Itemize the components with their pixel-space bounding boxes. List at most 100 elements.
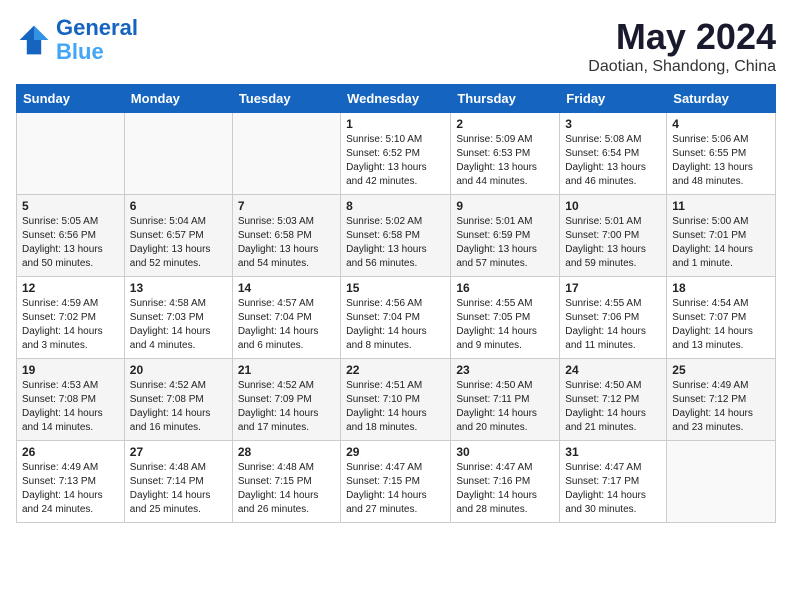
day-number: 30 (456, 445, 554, 459)
day-number: 14 (238, 281, 335, 295)
day-number: 13 (130, 281, 227, 295)
day-info: Sunrise: 4:52 AM Sunset: 7:08 PM Dayligh… (130, 379, 227, 435)
day-info: Sunrise: 5:01 AM Sunset: 7:00 PM Dayligh… (565, 215, 661, 271)
day-number: 18 (672, 281, 770, 295)
calendar-cell: 31Sunrise: 4:47 AM Sunset: 7:17 PM Dayli… (560, 441, 667, 523)
day-info: Sunrise: 4:53 AM Sunset: 7:08 PM Dayligh… (22, 379, 119, 435)
calendar-cell: 10 Sunrise: 5:01 AM Sunset: 7:00 PM Dayli… (560, 195, 667, 277)
day-info: Sunrise: 4:48 AM Sunset: 7:15 PM Dayligh… (238, 461, 335, 517)
day-info: Sunrise: 4:55 AM Sunset: 7:05 PM Dayligh… (456, 297, 554, 353)
day-number: 19 (22, 363, 119, 377)
day-info: Sunrise: 5:04 AM Sunset: 6:57 PM Dayligh… (130, 215, 227, 271)
day-number: 5 (22, 199, 119, 213)
calendar-cell: 3 Sunrise: 5:08 AM Sunset: 6:54 PM Daylig… (560, 113, 667, 195)
day-number: 4 (672, 117, 770, 131)
calendar-week-row: 19 Sunrise: 4:53 AM Sunset: 7:08 PM Dayli… (17, 359, 776, 441)
calendar-cell (17, 113, 125, 195)
calendar-cell: 8Sunrise: 5:02 AM Sunset: 6:58 PM Daylig… (341, 195, 451, 277)
calendar-week-row: 12 Sunrise: 4:59 AM Sunset: 7:02 PM Dayli… (17, 277, 776, 359)
calendar-cell: 9 Sunrise: 5:01 AM Sunset: 6:59 PM Daylig… (451, 195, 560, 277)
calendar-cell: 7 Sunrise: 5:03 AM Sunset: 6:58 PM Daylig… (232, 195, 340, 277)
day-number: 7 (238, 199, 335, 213)
calendar-cell: 30Sunrise: 4:47 AM Sunset: 7:16 PM Dayli… (451, 441, 560, 523)
weekday-header-row: SundayMondayTuesdayWednesdayThursdayFrid… (17, 85, 776, 113)
logo: GeneralBlue (16, 16, 138, 64)
day-number: 12 (22, 281, 119, 295)
weekday-header-cell: Friday (560, 85, 667, 113)
day-number: 22 (346, 363, 445, 377)
day-info: Sunrise: 4:59 AM Sunset: 7:02 PM Dayligh… (22, 297, 119, 353)
weekday-header-cell: Saturday (667, 85, 776, 113)
day-info: Sunrise: 4:49 AM Sunset: 7:12 PM Dayligh… (672, 379, 770, 435)
weekday-header-cell: Wednesday (341, 85, 451, 113)
weekday-header-cell: Sunday (17, 85, 125, 113)
calendar-cell: 19 Sunrise: 4:53 AM Sunset: 7:08 PM Dayli… (17, 359, 125, 441)
day-number: 31 (565, 445, 661, 459)
calendar-cell: 5Sunrise: 5:05 AM Sunset: 6:56 PM Daylig… (17, 195, 125, 277)
calendar-body: 1Sunrise: 5:10 AM Sunset: 6:52 PM Daylig… (17, 113, 776, 523)
calendar-cell: 24 Sunrise: 4:50 AM Sunset: 7:12 PM Dayli… (560, 359, 667, 441)
calendar-cell: 21 Sunrise: 4:52 AM Sunset: 7:09 PM Dayli… (232, 359, 340, 441)
day-number: 27 (130, 445, 227, 459)
calendar-cell: 18 Sunrise: 4:54 AM Sunset: 7:07 PM Dayli… (667, 277, 776, 359)
day-info: Sunrise: 4:49 AM Sunset: 7:13 PM Dayligh… (22, 461, 119, 517)
month-title: May 2024 (588, 16, 776, 58)
calendar-week-row: 26Sunrise: 4:49 AM Sunset: 7:13 PM Dayli… (17, 441, 776, 523)
day-info: Sunrise: 4:58 AM Sunset: 7:03 PM Dayligh… (130, 297, 227, 353)
day-number: 9 (456, 199, 554, 213)
calendar-cell: 2Sunrise: 5:09 AM Sunset: 6:53 PM Daylig… (451, 113, 560, 195)
calendar-cell: 13 Sunrise: 4:58 AM Sunset: 7:03 PM Dayli… (124, 277, 232, 359)
logo-icon (16, 22, 52, 58)
weekday-header-cell: Tuesday (232, 85, 340, 113)
day-info: Sunrise: 5:10 AM Sunset: 6:52 PM Dayligh… (346, 133, 445, 189)
calendar-cell: 14 Sunrise: 4:57 AM Sunset: 7:04 PM Dayli… (232, 277, 340, 359)
day-number: 17 (565, 281, 661, 295)
calendar-week-row: 5Sunrise: 5:05 AM Sunset: 6:56 PM Daylig… (17, 195, 776, 277)
day-number: 10 (565, 199, 661, 213)
calendar-cell (124, 113, 232, 195)
day-info: Sunrise: 4:48 AM Sunset: 7:14 PM Dayligh… (130, 461, 227, 517)
day-number: 23 (456, 363, 554, 377)
day-number: 28 (238, 445, 335, 459)
calendar-cell: 11Sunrise: 5:00 AM Sunset: 7:01 PM Dayli… (667, 195, 776, 277)
calendar-cell: 17 Sunrise: 4:55 AM Sunset: 7:06 PM Dayli… (560, 277, 667, 359)
page-header: GeneralBlue May 2024 Daotian, Shandong, … (16, 16, 776, 76)
day-number: 25 (672, 363, 770, 377)
day-number: 21 (238, 363, 335, 377)
calendar-cell: 29 Sunrise: 4:47 AM Sunset: 7:15 PM Dayli… (341, 441, 451, 523)
calendar-table: SundayMondayTuesdayWednesdayThursdayFrid… (16, 84, 776, 523)
day-info: Sunrise: 4:51 AM Sunset: 7:10 PM Dayligh… (346, 379, 445, 435)
calendar-cell: 16 Sunrise: 4:55 AM Sunset: 7:05 PM Dayli… (451, 277, 560, 359)
day-info: Sunrise: 5:01 AM Sunset: 6:59 PM Dayligh… (456, 215, 554, 271)
calendar-week-row: 1Sunrise: 5:10 AM Sunset: 6:52 PM Daylig… (17, 113, 776, 195)
calendar-cell: 28 Sunrise: 4:48 AM Sunset: 7:15 PM Dayli… (232, 441, 340, 523)
calendar-cell: 27 Sunrise: 4:48 AM Sunset: 7:14 PM Dayli… (124, 441, 232, 523)
day-number: 24 (565, 363, 661, 377)
day-info: Sunrise: 4:56 AM Sunset: 7:04 PM Dayligh… (346, 297, 445, 353)
calendar-cell: 26Sunrise: 4:49 AM Sunset: 7:13 PM Dayli… (17, 441, 125, 523)
calendar-cell: 23Sunrise: 4:50 AM Sunset: 7:11 PM Dayli… (451, 359, 560, 441)
calendar-cell: 22 Sunrise: 4:51 AM Sunset: 7:10 PM Dayli… (341, 359, 451, 441)
day-info: Sunrise: 4:47 AM Sunset: 7:15 PM Dayligh… (346, 461, 445, 517)
calendar-cell: 25 Sunrise: 4:49 AM Sunset: 7:12 PM Dayli… (667, 359, 776, 441)
day-number: 8 (346, 199, 445, 213)
title-block: May 2024 Daotian, Shandong, China (588, 16, 776, 76)
day-info: Sunrise: 4:54 AM Sunset: 7:07 PM Dayligh… (672, 297, 770, 353)
calendar-cell (232, 113, 340, 195)
calendar-cell: 6Sunrise: 5:04 AM Sunset: 6:57 PM Daylig… (124, 195, 232, 277)
day-info: Sunrise: 5:06 AM Sunset: 6:55 PM Dayligh… (672, 133, 770, 189)
day-number: 16 (456, 281, 554, 295)
day-number: 29 (346, 445, 445, 459)
day-number: 20 (130, 363, 227, 377)
calendar-cell: 4 Sunrise: 5:06 AM Sunset: 6:55 PM Daylig… (667, 113, 776, 195)
day-info: Sunrise: 5:03 AM Sunset: 6:58 PM Dayligh… (238, 215, 335, 271)
day-info: Sunrise: 5:08 AM Sunset: 6:54 PM Dayligh… (565, 133, 661, 189)
day-info: Sunrise: 4:50 AM Sunset: 7:12 PM Dayligh… (565, 379, 661, 435)
day-info: Sunrise: 4:55 AM Sunset: 7:06 PM Dayligh… (565, 297, 661, 353)
day-info: Sunrise: 4:52 AM Sunset: 7:09 PM Dayligh… (238, 379, 335, 435)
calendar-cell (667, 441, 776, 523)
day-number: 11 (672, 199, 770, 213)
day-number: 3 (565, 117, 661, 131)
day-info: Sunrise: 4:57 AM Sunset: 7:04 PM Dayligh… (238, 297, 335, 353)
day-info: Sunrise: 5:09 AM Sunset: 6:53 PM Dayligh… (456, 133, 554, 189)
